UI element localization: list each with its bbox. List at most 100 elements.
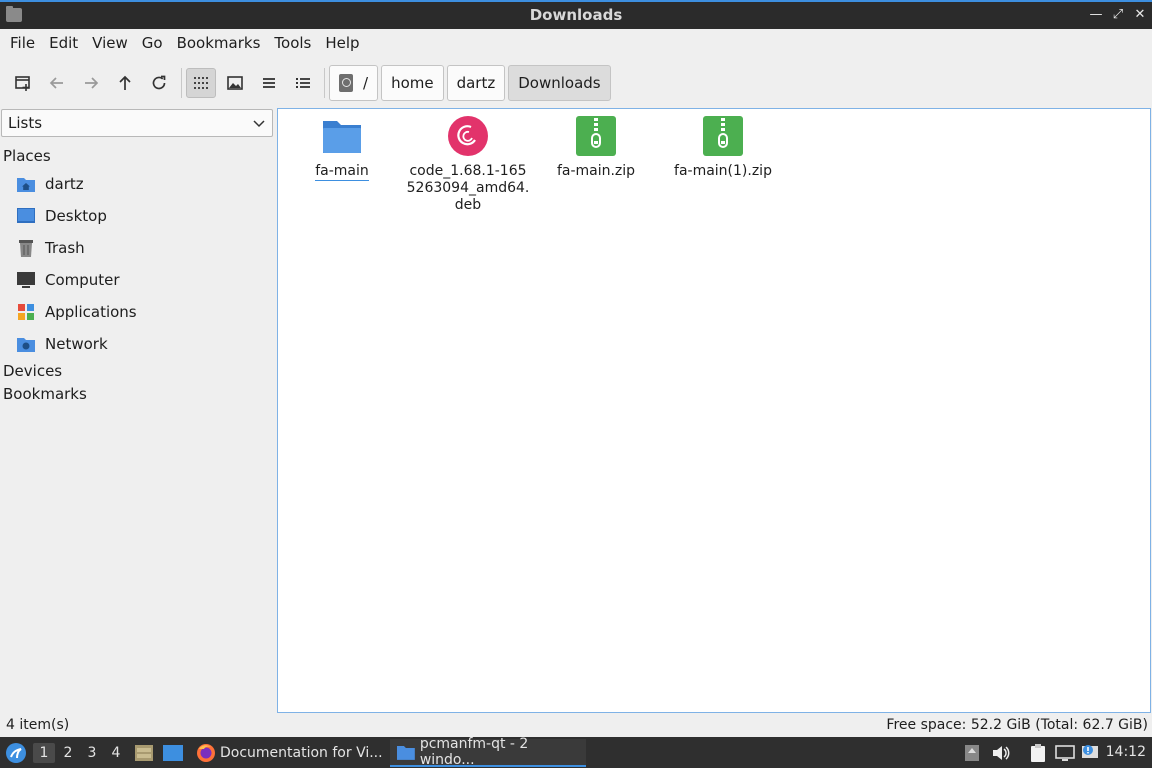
places-header[interactable]: Places [3, 147, 51, 165]
compact-view-icon [263, 78, 275, 88]
path-segment-label: / [363, 74, 369, 92]
devices-header[interactable]: Devices [3, 362, 62, 380]
minimize-button[interactable]: — [1086, 5, 1106, 25]
menu-bookmarks[interactable]: Bookmarks [170, 34, 268, 52]
place-network[interactable]: Network [16, 330, 108, 358]
thumbnail-view-button[interactable] [220, 68, 250, 98]
file-name-line: deb [454, 197, 482, 213]
menu-bar: File Edit View Go Bookmarks Tools Help [0, 29, 1152, 57]
detailed-list-button[interactable] [288, 68, 318, 98]
zip-archive-icon [702, 115, 744, 157]
file-name: code_1.68.1-165 5263094_amd64. deb [406, 163, 530, 214]
place-trash[interactable]: Trash [16, 234, 85, 262]
file-name: fa-main [315, 163, 369, 181]
icon-view-button[interactable] [186, 68, 216, 98]
taskbar: 1 2 3 4 Documentation for Vi... pcmanfm-… [0, 736, 1152, 768]
file-name-line: code_1.68.1-165 [409, 163, 527, 179]
file-item-folder[interactable]: fa-main [280, 109, 404, 181]
file-cabinet-icon [135, 745, 153, 761]
place-label: Network [45, 335, 108, 353]
task-label: pcmanfm-qt - 2 windo... [419, 736, 529, 768]
place-label: Desktop [45, 207, 107, 225]
back-button[interactable] [42, 68, 72, 98]
workspace-2[interactable]: 2 [57, 743, 79, 763]
path-dartz-button[interactable]: dartz [446, 65, 506, 101]
close-button[interactable]: ✕ [1130, 5, 1150, 25]
place-dartz[interactable]: dartz [16, 170, 84, 198]
zip-archive-icon [575, 115, 617, 157]
back-arrow-icon [49, 77, 63, 89]
path-bar: / home dartz Downloads [329, 65, 611, 101]
trash-icon [16, 238, 36, 258]
network-icon [16, 334, 36, 354]
place-computer[interactable]: Computer [16, 266, 120, 294]
task-pcmanfm[interactable]: pcmanfm-qt - 2 windo... [390, 736, 586, 768]
place-applications[interactable]: Applications [16, 298, 137, 326]
up-arrow-icon [119, 75, 131, 90]
task-label: Documentation for Vi... [220, 745, 383, 761]
free-space: Free space: 52.2 GiB (Total: 62.7 GiB) [886, 717, 1148, 733]
task-firefox[interactable]: Documentation for Vi... [190, 739, 386, 767]
forward-arrow-icon [85, 77, 99, 89]
chevron-down-icon [253, 120, 265, 128]
reload-icon [152, 75, 166, 90]
bookmarks-header[interactable]: Bookmarks [3, 385, 87, 403]
up-button[interactable] [110, 68, 140, 98]
place-label: Trash [45, 239, 85, 257]
restore-button[interactable]: ⤢ [1108, 5, 1128, 25]
menu-tools[interactable]: Tools [267, 34, 318, 52]
folder-icon [321, 115, 363, 157]
network-monitor-icon[interactable] [1055, 743, 1075, 763]
notification-icon[interactable] [1080, 743, 1100, 763]
reload-button[interactable] [144, 68, 174, 98]
folder-icon [396, 746, 415, 760]
place-label: Applications [45, 303, 137, 321]
path-home-button[interactable]: home [381, 65, 444, 101]
title-bar: Downloads — ⤢ ✕ [0, 0, 1152, 29]
new-tab-button[interactable] [8, 68, 38, 98]
clock[interactable]: 14:12 [1106, 744, 1146, 760]
menu-go[interactable]: Go [135, 34, 170, 52]
path-downloads-button[interactable]: Downloads [508, 65, 611, 101]
detailed-list-icon [296, 78, 310, 88]
workspace-1[interactable]: 1 [33, 743, 55, 763]
new-tab-icon [15, 76, 30, 91]
computer-icon [16, 270, 36, 290]
menu-edit[interactable]: Edit [42, 34, 85, 52]
icon-view-icon [194, 77, 208, 89]
workspace-4[interactable]: 4 [105, 743, 127, 763]
quicklaunch-file-manager[interactable] [134, 743, 154, 763]
compact-view-button[interactable] [254, 68, 284, 98]
debian-package-icon [447, 115, 489, 157]
status-bar: 4 item(s) Free space: 52.2 GiB (Total: 6… [0, 715, 1152, 737]
menu-view[interactable]: View [85, 34, 135, 52]
place-label: Computer [45, 271, 120, 289]
window-title: Downloads [529, 6, 623, 24]
forward-button[interactable] [76, 68, 106, 98]
clipboard-icon[interactable] [1028, 743, 1048, 763]
side-pane-mode-select[interactable]: Lists [1, 109, 273, 137]
side-pane: Lists Places dartz Desktop Trash Compute… [0, 107, 276, 715]
desktop-icon [16, 206, 36, 226]
path-root-button[interactable]: / [329, 65, 379, 101]
menu-file[interactable]: File [3, 34, 42, 52]
file-name: fa-main.zip [556, 163, 636, 179]
home-folder-icon [16, 174, 36, 194]
firefox-icon [197, 744, 215, 762]
file-view[interactable]: fa-main code_1.68.1-165 5263094_amd64. d… [277, 108, 1151, 713]
tray-update-icon[interactable] [962, 743, 982, 763]
file-item-zip[interactable]: fa-main(1).zip [661, 109, 785, 180]
toolbar-separator [181, 68, 182, 98]
applications-icon [16, 302, 36, 322]
file-name: fa-main(1).zip [674, 163, 772, 179]
workspace-3[interactable]: 3 [81, 743, 103, 763]
file-item-deb[interactable]: code_1.68.1-165 5263094_amd64. deb [406, 109, 530, 214]
volume-icon[interactable] [990, 743, 1010, 763]
lxqt-menu-icon [6, 743, 26, 763]
file-item-zip[interactable]: fa-main.zip [534, 109, 658, 180]
thumbnail-view-icon [227, 76, 243, 90]
start-menu-button[interactable] [5, 742, 27, 764]
quicklaunch-show-desktop[interactable] [162, 743, 184, 763]
menu-help[interactable]: Help [318, 34, 366, 52]
place-desktop[interactable]: Desktop [16, 202, 107, 230]
